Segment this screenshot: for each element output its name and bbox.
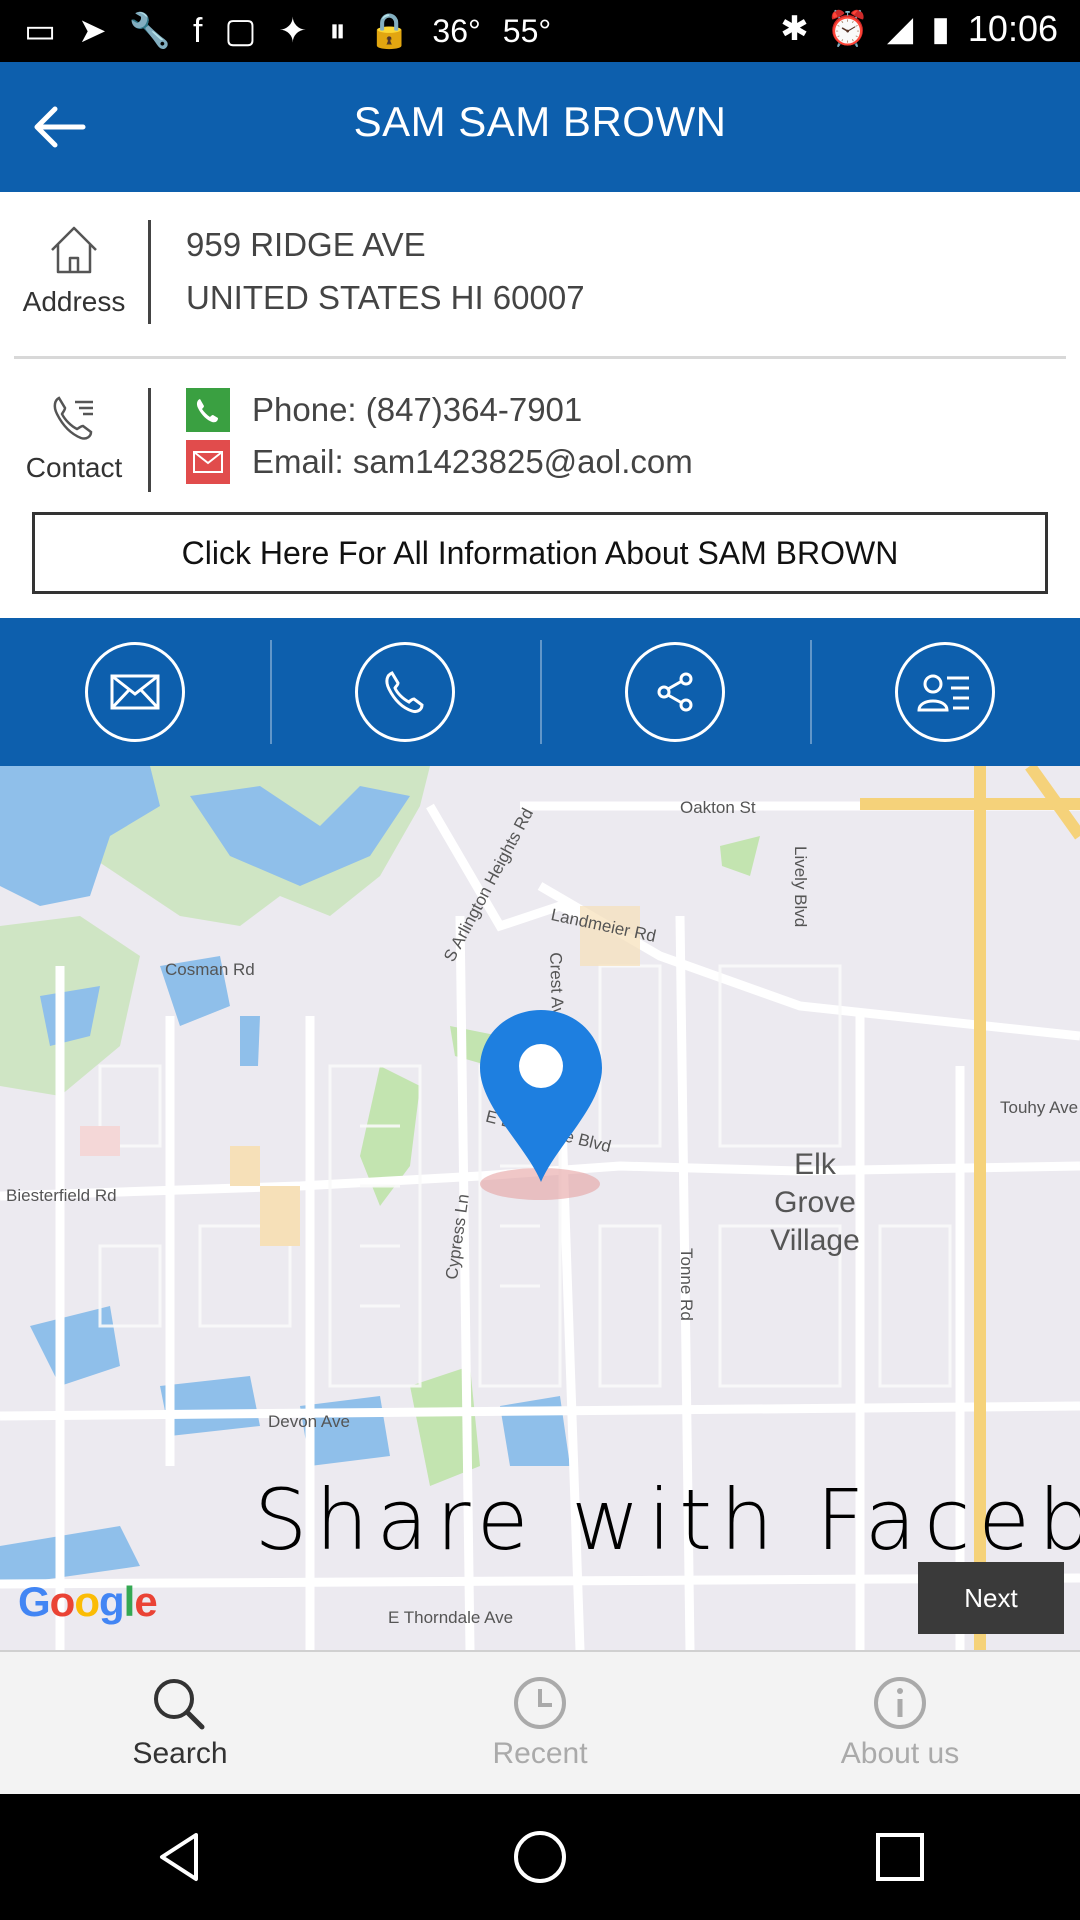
- lock-icon: 🔒: [368, 12, 411, 50]
- page-title: SAM SAM BROWN: [353, 98, 727, 145]
- nav-recent[interactable]: Recent: [360, 1652, 720, 1794]
- navigation-icon: ➤: [78, 12, 107, 50]
- call-button[interactable]: [355, 642, 455, 742]
- contact-divider: [148, 388, 151, 492]
- email-text: Email: sam1423825@aol.com: [252, 443, 693, 480]
- notification-icons: ▭ ➤ 🔧 f ▢ ✦ ⏸ 🔒 36° 55°: [24, 10, 551, 52]
- search-icon: [154, 1679, 205, 1730]
- action-cell-contact: [810, 618, 1080, 766]
- home-icon: [51, 226, 97, 274]
- nav-recent-label: Recent: [492, 1737, 588, 1770]
- system-status: ✱ ⏰ ◢ ▮ 10:06: [780, 8, 1058, 50]
- next-button[interactable]: Next: [918, 1562, 1064, 1634]
- email-row[interactable]: Email: sam1423825@aol.com: [186, 440, 693, 484]
- nav-about-label: About us: [840, 1737, 960, 1770]
- address-line-1: 959 RIDGE AVE: [186, 226, 426, 263]
- action-cell-call: [270, 618, 540, 766]
- map-view[interactable]: Oakton St Lively Blvd S Arlington Height…: [0, 766, 1080, 1650]
- section-divider: [14, 356, 1066, 359]
- battery-icon: ▮: [931, 10, 950, 48]
- message-icon: ▭: [24, 12, 57, 50]
- temperature-1: 36°: [432, 12, 481, 49]
- info-icon: [874, 1677, 926, 1729]
- signal-icon: ◢: [887, 10, 914, 48]
- phone-row[interactable]: Phone: (847)364-7901: [186, 388, 582, 432]
- action-bar: [0, 618, 1080, 766]
- share-overlay-text: Share with Faceb: [254, 1471, 1080, 1569]
- share-button[interactable]: [625, 642, 725, 742]
- place-label: Elk Grove Village: [770, 1148, 860, 1257]
- street-label-oakton: Oakton St: [680, 798, 756, 817]
- email-button[interactable]: [85, 642, 185, 742]
- bluetooth-icon: ✱: [780, 10, 809, 48]
- action-cell-email: [0, 618, 270, 766]
- phone-icon: [385, 671, 424, 713]
- app-bar: SAM SAM BROWN: [0, 62, 1080, 192]
- status-bar: ▭ ➤ 🔧 f ▢ ✦ ⏸ 🔒 36° 55° ✱ ⏰ ◢ ▮ 10:06: [0, 0, 1080, 62]
- street-label-touhy: Touhy Ave: [1000, 1098, 1079, 1117]
- clock-icon: [514, 1677, 566, 1729]
- detail-panel: Address 959 RIDGE AVE UNITED STATES HI 6…: [0, 192, 1080, 618]
- street-label-cosman: Cosman Rd: [165, 960, 255, 979]
- contact-section: Contact: [0, 392, 148, 484]
- street-label-thorndale: E Thorndale Ave: [388, 1608, 514, 1627]
- phone-icon: [186, 388, 230, 432]
- clock: 10:06: [967, 8, 1058, 49]
- contact-label: Contact: [25, 452, 123, 483]
- contact-card-icon: [917, 674, 969, 712]
- location-pin-icon[interactable]: [476, 1006, 606, 1186]
- nav-about[interactable]: About us: [720, 1652, 1080, 1794]
- google-logo: Google: [18, 1578, 158, 1625]
- phone-list-icon: [53, 396, 93, 440]
- nav-search[interactable]: Search: [0, 1652, 360, 1794]
- pause-icon: ⏸: [329, 12, 347, 50]
- alarm-icon: ⏰: [826, 10, 870, 48]
- envelope-icon: [186, 440, 230, 484]
- back-triangle-icon[interactable]: [150, 1827, 210, 1887]
- nav-search-label: Search: [132, 1737, 228, 1770]
- home-circle-icon[interactable]: [510, 1827, 570, 1887]
- street-label-tonne: Tonne Rd: [677, 1248, 696, 1321]
- bottom-nav: Search Recent About us: [0, 1650, 1080, 1794]
- phone-text: Phone: (847)364-7901: [252, 391, 583, 428]
- chat-icon: ▢: [224, 12, 257, 50]
- street-label-devon: Devon Ave: [268, 1412, 350, 1431]
- satellite-icon: ✦: [278, 12, 308, 50]
- address-section: Address: [0, 224, 148, 318]
- system-nav-bar: [0, 1794, 1080, 1920]
- all-info-button[interactable]: Click Here For All Information About SAM…: [32, 512, 1048, 594]
- address-line-2: UNITED STATES HI 60007: [186, 279, 585, 316]
- street-label-biesterfield: Biesterfield Rd: [6, 1186, 117, 1205]
- fb-icon: f: [192, 12, 203, 50]
- envelope-icon: [110, 674, 160, 710]
- street-label-lively: Lively Blvd: [791, 846, 810, 928]
- recents-square-icon[interactable]: [870, 1827, 930, 1887]
- wrench-icon: 🔧: [128, 12, 171, 50]
- address-divider: [148, 220, 151, 324]
- share-icon: [657, 672, 693, 712]
- address-label: Address: [22, 286, 126, 317]
- temperature-2: 55°: [502, 12, 552, 49]
- action-cell-share: [540, 618, 810, 766]
- add-contact-button[interactable]: [895, 642, 995, 742]
